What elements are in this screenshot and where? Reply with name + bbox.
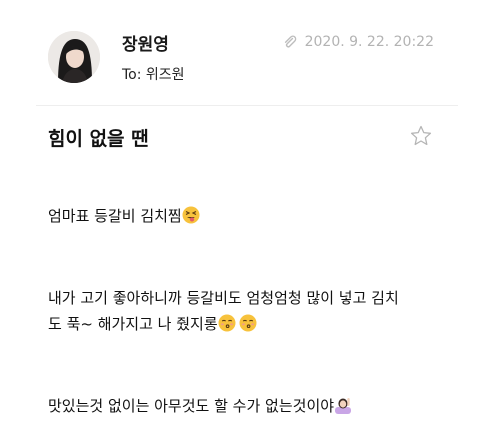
kissing-face-emoji bbox=[239, 314, 257, 332]
body-text-2-line-1: 내가 고기 좋아하니까 등갈비도 엄청엄청 많이 넣고 김치 bbox=[48, 289, 399, 307]
body-paragraph-1: 엄마표 등갈비 김치찜 bbox=[48, 203, 448, 229]
header-divider bbox=[36, 105, 458, 106]
person-raising-hand-emoji bbox=[334, 396, 352, 414]
kissing-face-emoji bbox=[218, 314, 236, 332]
message-header: 장원영 To: 위즈원 2020. 9. 22. 20:22 bbox=[0, 0, 480, 105]
body-text-2-line-2-wrap: 도 푹~ 해가지고 나 줬지롱 bbox=[48, 311, 448, 337]
paperclip-icon[interactable] bbox=[283, 35, 297, 49]
message-subject: 힘이 없을 땐 bbox=[48, 128, 149, 150]
message-date: 2020. 9. 22. 20:22 bbox=[304, 34, 434, 50]
star-outline-icon[interactable] bbox=[409, 124, 433, 148]
body-text-2-line-2: 도 푹~ 해가지고 나 줬지롱 bbox=[48, 315, 218, 333]
recipient-line: To: 위즈원 bbox=[122, 67, 185, 83]
sender-name[interactable]: 장원영 bbox=[122, 30, 169, 55]
body-paragraph-3: 맛있는것 없이는 아무것도 할 수가 없는것이야 bbox=[48, 393, 448, 419]
squinting-tongue-face-emoji bbox=[182, 206, 200, 224]
message-meta: 2020. 9. 22. 20:22 bbox=[283, 34, 434, 50]
body-paragraph-2: 내가 고기 좋아하니까 등갈비도 엄청엄청 많이 넣고 김치 도 푹~ 해가지고… bbox=[48, 285, 448, 337]
avatar[interactable] bbox=[48, 31, 100, 83]
body-text-3: 맛있는것 없이는 아무것도 할 수가 없는것이야 bbox=[48, 397, 335, 415]
body-text-1: 엄마표 등갈비 김치찜 bbox=[48, 207, 182, 225]
